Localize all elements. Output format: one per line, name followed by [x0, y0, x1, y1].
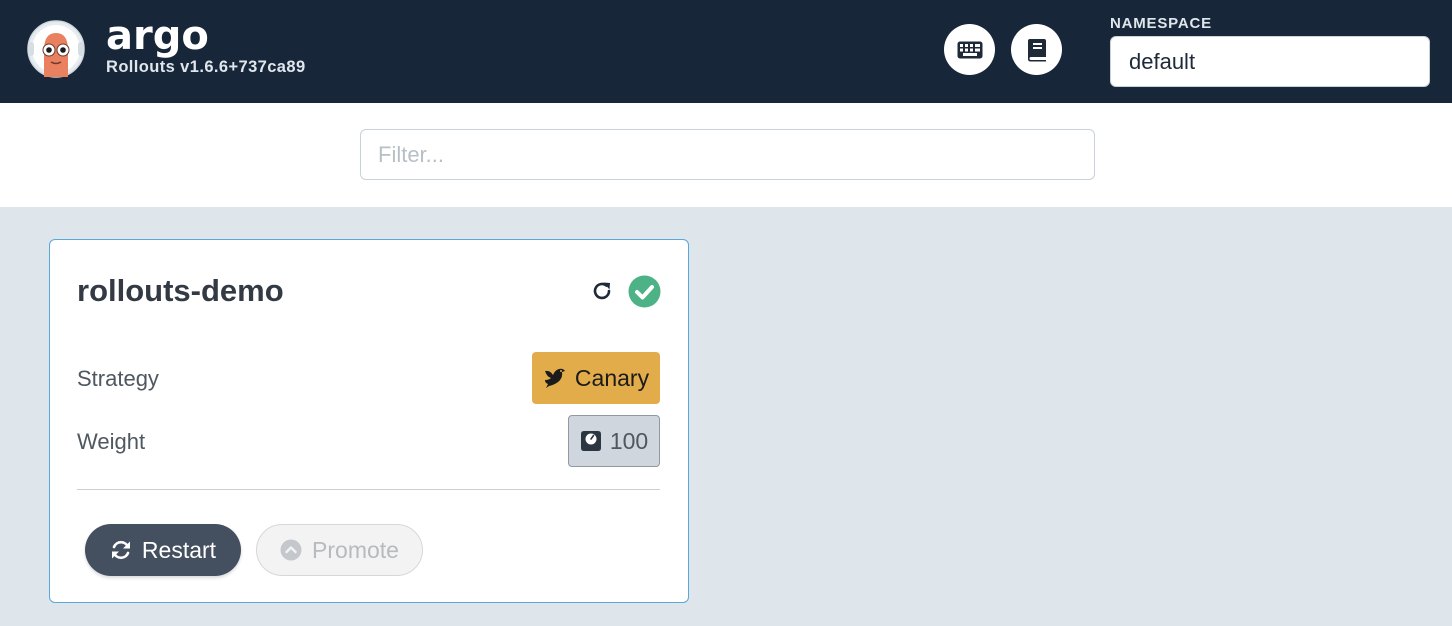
weight-label: Weight: [77, 429, 146, 454]
strategy-label: Strategy: [77, 366, 159, 391]
rollout-card[interactable]: rollouts-demo Strategy Canary Weight 100: [49, 239, 689, 603]
restart-button[interactable]: Restart: [85, 524, 241, 576]
strategy-value: Canary: [574, 364, 650, 391]
argo-mascot-logo[interactable]: [27, 20, 85, 78]
restart-label: Restart: [141, 536, 217, 563]
canary-bird-icon: [544, 368, 565, 388]
promote-label: Promote: [312, 536, 399, 563]
keyboard-shortcuts-button[interactable]: [944, 24, 995, 75]
chevron-up-circle-icon: [280, 539, 302, 561]
strategy-badge: Canary: [532, 352, 660, 404]
rollout-name: rollouts-demo: [77, 273, 284, 308]
restart-icon: [111, 540, 130, 560]
weight-badge: 100: [568, 415, 660, 467]
weight-scale-icon: [580, 431, 601, 451]
filter-input[interactable]: [360, 129, 1095, 180]
refresh-icon[interactable]: [590, 279, 614, 303]
healthy-status-icon: [628, 275, 661, 308]
promote-button[interactable]: Promote: [256, 524, 423, 576]
book-icon: [1027, 38, 1046, 61]
documentation-button[interactable]: [1011, 24, 1062, 75]
brand-name: argo: [106, 13, 209, 59]
app-version: Rollouts v1.6.6+737ca89: [106, 58, 306, 76]
card-divider: [77, 489, 660, 490]
filter-bar: [0, 103, 1452, 207]
namespace-input[interactable]: [1110, 36, 1430, 87]
weight-value: 100: [609, 427, 649, 454]
top-bar: argo Rollouts v1.6.6+737ca89 NAMESPACE: [0, 0, 1452, 103]
namespace-label: NAMESPACE: [1110, 15, 1212, 32]
keyboard-icon: [957, 41, 982, 58]
